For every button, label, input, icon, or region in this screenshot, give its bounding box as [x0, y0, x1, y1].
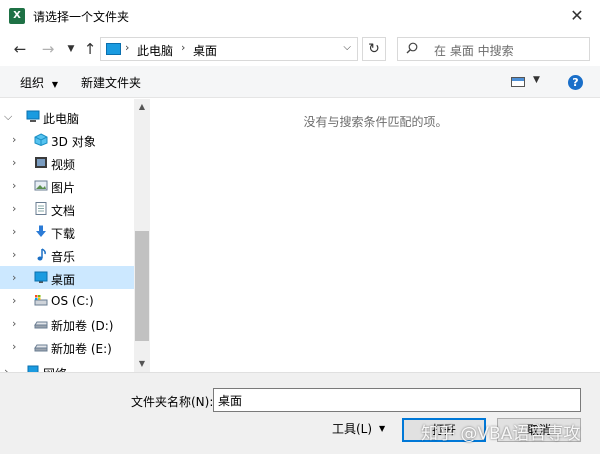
- document-icon: [35, 202, 47, 215]
- chevron-down-icon[interactable]: ▼: [379, 424, 385, 433]
- search-box[interactable]: 在 桌面 中搜索: [397, 37, 590, 61]
- new-folder-button[interactable]: 新建文件夹: [81, 74, 141, 91]
- close-button[interactable]: ✕: [554, 0, 600, 32]
- tree-item-label: 网络: [43, 365, 67, 372]
- breadcrumb-chevron-icon[interactable]: ›: [125, 41, 129, 54]
- organize-menu[interactable]: 组织 ▼: [20, 74, 58, 91]
- organize-label: 组织: [20, 76, 45, 90]
- video-icon: [35, 157, 47, 168]
- breadcrumb-this-pc[interactable]: 此电脑: [137, 42, 173, 59]
- chevron-right-icon[interactable]: ›: [12, 202, 16, 215]
- tree-item-drive-c[interactable]: › OS (C:): [0, 289, 134, 312]
- tree-item-label: 桌面: [51, 273, 76, 287]
- up-arrow-icon[interactable]: ↑: [80, 39, 100, 59]
- tree-item-network[interactable]: › 网络: [0, 360, 134, 372]
- chevron-down-icon: ▼: [51, 80, 58, 89]
- excel-app-icon: X: [9, 8, 25, 24]
- navigation-pane: ⌵ 此电脑 › 3D 对象 › 视频 › 图片 › 文档 › 下载 › 音乐 ›…: [0, 99, 150, 372]
- expanded-chevron-icon[interactable]: ⌵: [4, 110, 12, 124]
- picture-icon: [34, 180, 48, 191]
- address-bar[interactable]: › 此电脑 › 桌面 ⌵: [100, 37, 358, 61]
- tree-item-label: 新加卷 (D:): [51, 319, 114, 333]
- recent-locations-chevron-icon[interactable]: ▼: [61, 39, 81, 59]
- watermark-text: 知乎 @VBA语言専攻: [421, 424, 581, 444]
- tree-item-label: OS (C:): [51, 294, 94, 308]
- command-bar: 组织 ▼ 新建文件夹 ▼ ?: [0, 66, 600, 98]
- chevron-right-icon[interactable]: ›: [12, 317, 16, 330]
- chevron-right-icon[interactable]: ›: [12, 133, 16, 146]
- drive-icon: [34, 321, 48, 329]
- chevron-right-icon[interactable]: ›: [12, 294, 16, 307]
- tree-item-label: 音乐: [51, 250, 76, 264]
- scroll-down-arrow-icon[interactable]: ▼: [134, 356, 150, 372]
- tree-item-label: 新加卷 (E:): [51, 342, 112, 356]
- tree-item-label: 此电脑: [43, 112, 80, 126]
- tree-item-label: 3D 对象: [51, 135, 96, 149]
- back-arrow-icon[interactable]: ←: [10, 39, 30, 59]
- tree-item-documents[interactable]: › 文档: [0, 197, 134, 220]
- tree-item-this-pc[interactable]: ⌵ 此电脑: [0, 105, 134, 128]
- navigation-bar: ← → ▼ ↑ › 此电脑 › 桌面 ⌵ ↻ 在 桌面 中搜索: [0, 32, 600, 66]
- download-icon: [36, 225, 46, 237]
- tree-item-drive-e[interactable]: › 新加卷 (E:): [0, 335, 134, 358]
- forward-arrow-icon[interactable]: →: [38, 39, 58, 59]
- file-list-area[interactable]: 没有与搜索条件匹配的项。: [151, 99, 600, 372]
- drive-c-icon: [34, 295, 48, 306]
- tree-item-label: 文档: [51, 204, 76, 218]
- music-icon: [37, 248, 46, 261]
- breadcrumb-desktop[interactable]: 桌面: [193, 42, 217, 59]
- tree-item-videos[interactable]: › 视频: [0, 151, 134, 174]
- help-icon[interactable]: ?: [568, 75, 583, 90]
- search-input[interactable]: 在 桌面 中搜索: [434, 42, 514, 59]
- chevron-right-icon[interactable]: ›: [12, 179, 16, 192]
- title-bar: X 请选择一个文件夹 ✕: [0, 0, 600, 32]
- tree-item-label: 视频: [51, 158, 76, 172]
- tree-item-3d-objects[interactable]: › 3D 对象: [0, 128, 134, 151]
- tree-item-music[interactable]: › 音乐: [0, 243, 134, 266]
- pc-icon: [26, 110, 40, 122]
- desktop-icon: [34, 271, 48, 283]
- chevron-right-icon[interactable]: ›: [12, 271, 16, 284]
- pc-icon: [106, 43, 121, 55]
- empty-results-message: 没有与搜索条件匹配的项。: [303, 115, 448, 129]
- tree-item-desktop[interactable]: › 桌面: [0, 266, 134, 289]
- scroll-thumb[interactable]: [135, 231, 149, 341]
- chevron-down-icon[interactable]: ▼: [533, 75, 540, 85]
- tree-item-label: 图片: [51, 181, 76, 195]
- cube-icon: [34, 133, 48, 146]
- tree-item-pictures[interactable]: › 图片: [0, 174, 134, 197]
- chevron-right-icon[interactable]: ›: [4, 365, 8, 372]
- tree-item-label: 下载: [51, 227, 76, 241]
- address-dropdown-icon[interactable]: ⌵: [343, 42, 351, 53]
- breadcrumb-chevron-icon[interactable]: ›: [181, 41, 185, 54]
- chevron-right-icon[interactable]: ›: [12, 248, 16, 261]
- chevron-right-icon[interactable]: ›: [12, 156, 16, 169]
- chevron-right-icon[interactable]: ›: [12, 340, 16, 353]
- refresh-button[interactable]: ↻: [362, 37, 386, 61]
- tree-scrollbar[interactable]: ▲ ▼: [134, 99, 150, 372]
- folder-name-input[interactable]: [213, 388, 581, 412]
- chevron-right-icon[interactable]: ›: [12, 225, 16, 238]
- tree-item-downloads[interactable]: › 下载: [0, 220, 134, 243]
- folder-name-label: 文件夹名称(N):: [131, 395, 214, 409]
- tree-item-drive-d[interactable]: › 新加卷 (D:): [0, 312, 134, 335]
- search-icon: [406, 42, 418, 54]
- drive-icon: [34, 344, 48, 352]
- dialog-title: 请选择一个文件夹: [33, 10, 130, 24]
- scroll-up-arrow-icon[interactable]: ▲: [134, 99, 150, 115]
- network-icon: [27, 365, 39, 372]
- view-options-icon[interactable]: [511, 77, 525, 87]
